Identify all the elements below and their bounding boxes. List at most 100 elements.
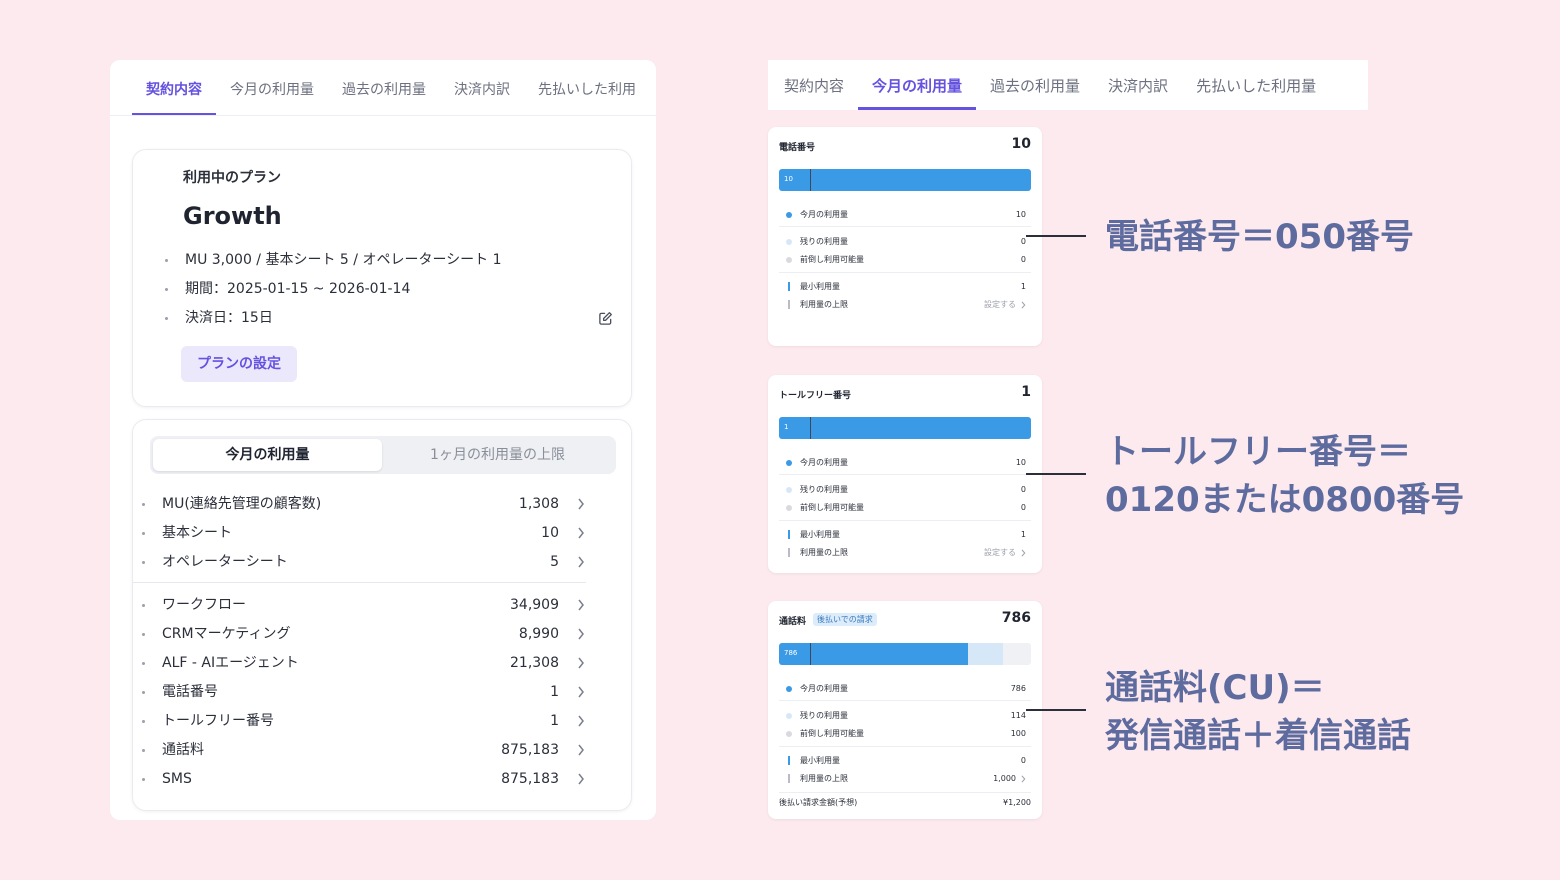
phone-annotation: 電話番号＝050番号 [1105, 217, 1414, 257]
legend-dot-icon [786, 505, 792, 511]
usage-row[interactable]: 通話料 875,183 [140, 739, 585, 761]
usage-row[interactable]: ALF - AIエージェント 21,308 [140, 652, 585, 674]
tab-past-usage[interactable]: 過去の利用量 [976, 60, 1094, 110]
card-row-label: 最小利用量 [800, 530, 840, 539]
card-row: 今月の利用量 10 [786, 209, 1026, 221]
chevron-right-icon[interactable] [577, 628, 585, 640]
card-row-value: 114 [1010, 711, 1026, 720]
tollfree-annotation-line2: 0120または0800番号 [1105, 480, 1465, 520]
card-title: 通話料 [779, 617, 807, 627]
card-row-label: 利用量の上限 [800, 774, 848, 783]
card-row[interactable]: 利用量の上限 1,000 [786, 773, 1026, 785]
usage-bar: 786 [779, 643, 1031, 665]
card-row-label: 前倒し利用可能量 [800, 729, 864, 738]
segment-monthly-limit[interactable]: 1ヶ月の利用量の上限 [382, 439, 613, 471]
footer-value: ¥1,200 [1003, 798, 1031, 807]
bullet-icon [142, 561, 145, 564]
tab-payment-details[interactable]: 決済内訳 [440, 60, 524, 115]
chevron-right-icon[interactable] [577, 773, 585, 785]
call-fee-usage-card: 通話料 後払いでの請求 786 786 今月の利用量 786 残りの利用量 114 前倒し利用可… [768, 601, 1042, 819]
card-row-value: 0 [1020, 255, 1026, 264]
legend-line-icon [788, 548, 790, 557]
usage-bar: 10 [779, 169, 1031, 191]
phone-number-usage-card: 電話番号 10 10 今月の利用量 10 残りの利用量 0 前倒し利用可能量 0 最小利用量 1 利用… [768, 127, 1042, 346]
card-row: 残りの利用量 114 [786, 710, 1026, 722]
card-row-value: 0 [1020, 237, 1026, 246]
card-row: 今月の利用量 786 [786, 683, 1026, 695]
tab-contract[interactable]: 契約内容 [770, 60, 858, 110]
usage-row-value: 8,990 [518, 626, 559, 642]
usage-row-label: SMS [162, 771, 192, 787]
plan-detail-quota: MU 3,000 / 基本シート 5 / オペレーターシート 1 [163, 250, 613, 279]
legend-line-icon [788, 530, 790, 539]
usage-row-label: トールフリー番号 [162, 713, 274, 729]
minimum-marker [810, 643, 811, 665]
plan-details: MU 3,000 / 基本シート 5 / オペレーターシート 1 期間：2025… [163, 250, 613, 337]
chevron-right-icon[interactable] [577, 556, 585, 568]
footer-label: 後払い請求金額(予想) [779, 798, 858, 807]
card-row-label: 残りの利用量 [800, 485, 848, 494]
card-row: 残りの利用量 0 [786, 484, 1026, 496]
usage-row[interactable]: SMS 875,183 [140, 768, 585, 790]
card-row-value: 786 [1010, 684, 1026, 693]
usage-row-value: 1,308 [518, 496, 559, 512]
card-total: 1 [1021, 384, 1031, 400]
card-divider [779, 792, 1031, 793]
usage-row[interactable]: ワークフロー 34,909 [140, 594, 585, 616]
usage-row[interactable]: MU(連絡先管理の顧客数) 1,308 [140, 493, 585, 515]
edit-icon[interactable] [598, 311, 613, 326]
usage-bar-fill [779, 169, 1031, 191]
tab-current-usage[interactable]: 今月の利用量 [216, 60, 328, 115]
card-row-value: 0 [1020, 756, 1026, 765]
usage-divider [132, 582, 586, 583]
usage-row-value: 21,308 [510, 655, 559, 671]
card-row-label: 利用量の上限 [800, 548, 848, 557]
card-row[interactable]: 利用量の上限 設定する [786, 299, 1026, 311]
tab-past-usage[interactable]: 過去の利用量 [328, 60, 440, 115]
segment-current-usage[interactable]: 今月の利用量 [153, 439, 382, 471]
chevron-right-icon[interactable] [577, 686, 585, 698]
tab-prepaid-usage[interactable]: 先払いした利用 [524, 60, 650, 115]
usage-row[interactable]: 基本シート 10 [140, 522, 585, 544]
tab-contract[interactable]: 契約内容 [132, 60, 216, 115]
card-row: 前倒し利用可能量 100 [786, 728, 1026, 740]
card-row-label: 利用量の上限 [800, 300, 848, 309]
usage-bar-fill [779, 643, 968, 665]
usage-row[interactable]: オペレーターシート 5 [140, 551, 585, 573]
tab-payment-details[interactable]: 決済内訳 [1094, 60, 1182, 110]
callfee-annotation-line1: 通話料(CU)＝ [1105, 668, 1325, 708]
plan-settings-button[interactable]: プランの設定 [181, 346, 297, 382]
tollfree-connector-line [1026, 473, 1086, 475]
chevron-right-icon[interactable] [1021, 775, 1026, 783]
chevron-right-icon[interactable] [577, 527, 585, 539]
card-row[interactable]: 利用量の上限 設定する [786, 547, 1026, 559]
chevron-right-icon[interactable] [1021, 549, 1026, 557]
usage-row-value: 34,909 [510, 597, 559, 613]
usage-row-label: CRMマーケティング [162, 626, 291, 642]
usage-row[interactable]: トールフリー番号 1 [140, 710, 585, 732]
chevron-right-icon[interactable] [577, 744, 585, 756]
chevron-right-icon[interactable] [577, 498, 585, 510]
card-row-value: 10 [1015, 458, 1026, 467]
plan-name: Growth [183, 202, 282, 230]
chevron-right-icon[interactable] [1021, 301, 1026, 309]
bullet-icon [142, 532, 145, 535]
card-row-value: 10 [1015, 210, 1026, 219]
usage-row[interactable]: 電話番号 1 [140, 681, 585, 703]
legend-dot-icon [786, 713, 792, 719]
card-row: 最小利用量 0 [786, 755, 1026, 767]
card-row: 前倒し利用可能量 0 [786, 502, 1026, 514]
chevron-right-icon[interactable] [577, 657, 585, 669]
usage-row-label: ワークフロー [162, 597, 246, 613]
card-divider [779, 226, 1031, 227]
tab-prepaid-usage[interactable]: 先払いした利用量 [1182, 60, 1330, 110]
chevron-right-icon[interactable] [577, 715, 585, 727]
callfee-connector-line [1026, 709, 1086, 711]
callfee-annotation-line2: 発信通話＋着信通話 [1105, 716, 1411, 756]
card-footer: 後払い請求金額(予想) ¥1,200 [779, 797, 1031, 809]
usage-row[interactable]: CRMマーケティング 8,990 [140, 623, 585, 645]
tab-current-usage[interactable]: 今月の利用量 [858, 60, 977, 110]
chevron-right-icon[interactable] [577, 599, 585, 611]
legend-dot-icon [786, 487, 792, 493]
card-title: トールフリー番号 [779, 391, 852, 401]
